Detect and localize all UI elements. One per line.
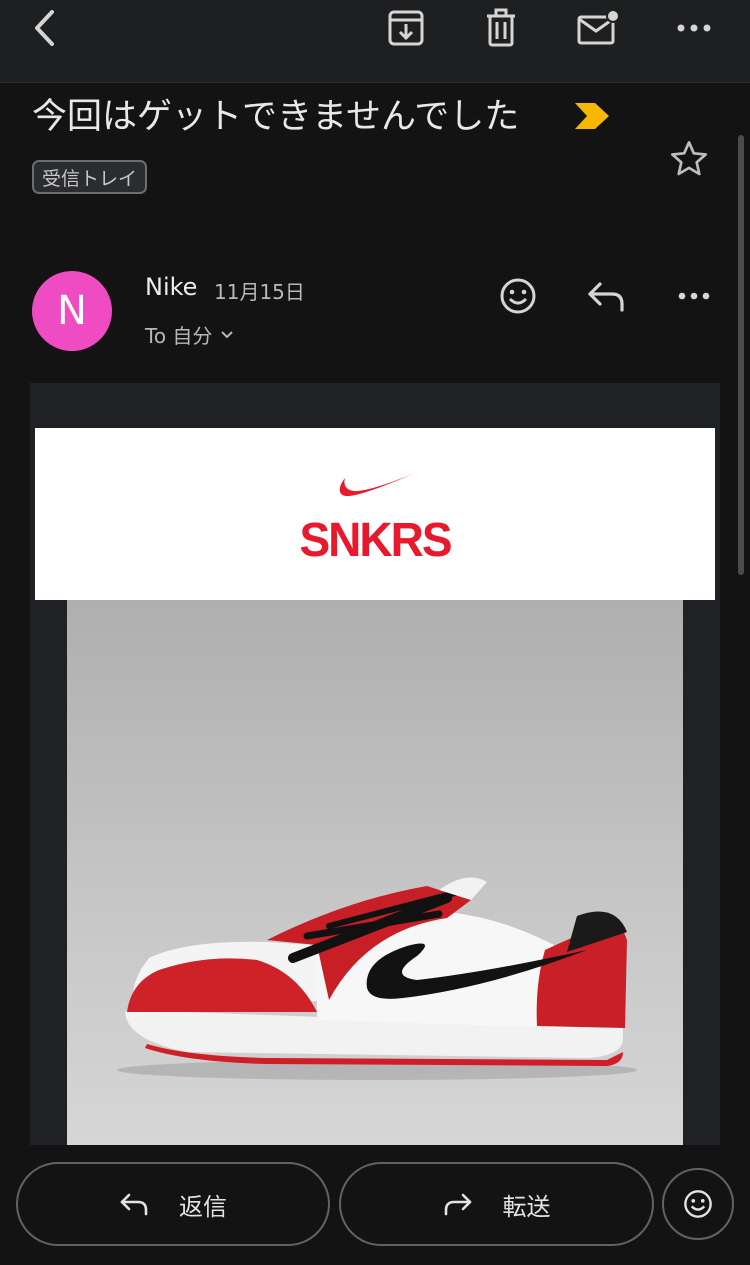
message-more-button[interactable] [670,272,718,320]
sender-avatar[interactable]: N [32,271,112,351]
snkrs-logo-banner[interactable]: SNKRS [35,428,715,600]
more-horizontal-icon [677,24,711,32]
reply-button[interactable]: 返信 [16,1162,330,1246]
forward-icon [444,1193,471,1216]
reply-icon [120,1193,148,1216]
product-image[interactable] [67,600,683,1145]
mark-unread-button[interactable] [571,4,625,52]
scrollbar[interactable] [738,135,744,575]
emoji-icon [500,278,536,314]
recipient-details-toggle[interactable]: To 自分 [145,320,234,349]
reply-label: 返信 [179,1192,227,1221]
archive-button[interactable] [379,4,433,52]
email-subject: 今回はゲットできませんでした [32,97,520,137]
nike-swoosh-icon [339,473,415,497]
add-reaction-button[interactable] [494,272,542,320]
forward-button[interactable]: 転送 [339,1162,654,1246]
reply-icon-button[interactable] [582,272,630,320]
star-button[interactable] [666,136,712,182]
sender-name: Nike [145,273,198,301]
forward-label: 転送 [502,1192,551,1221]
email-body: SNKRS [30,383,720,1145]
top-toolbar [0,0,750,83]
inbox-label-chip[interactable]: 受信トレイ [32,160,148,194]
emoji-reaction-button[interactable] [662,1168,734,1240]
more-options-button[interactable] [667,4,721,52]
emoji-icon [684,1190,712,1218]
reply-icon [588,282,624,312]
recipient-text: To 自分 [145,324,213,348]
back-arrow-icon [35,10,54,46]
importance-marker-icon[interactable] [575,103,609,129]
chevron-down-icon [221,330,234,338]
star-icon [671,141,707,176]
back-button[interactable] [18,4,72,52]
delete-button[interactable] [474,4,528,52]
sneaker-illustration [117,877,637,1080]
snkrs-logo-text: SNKRS [299,511,452,567]
mark-unread-icon [577,9,620,45]
archive-icon [388,10,424,46]
more-horizontal-icon [678,292,710,300]
trash-icon [487,8,515,47]
email-date: 11月15日 [214,280,305,304]
